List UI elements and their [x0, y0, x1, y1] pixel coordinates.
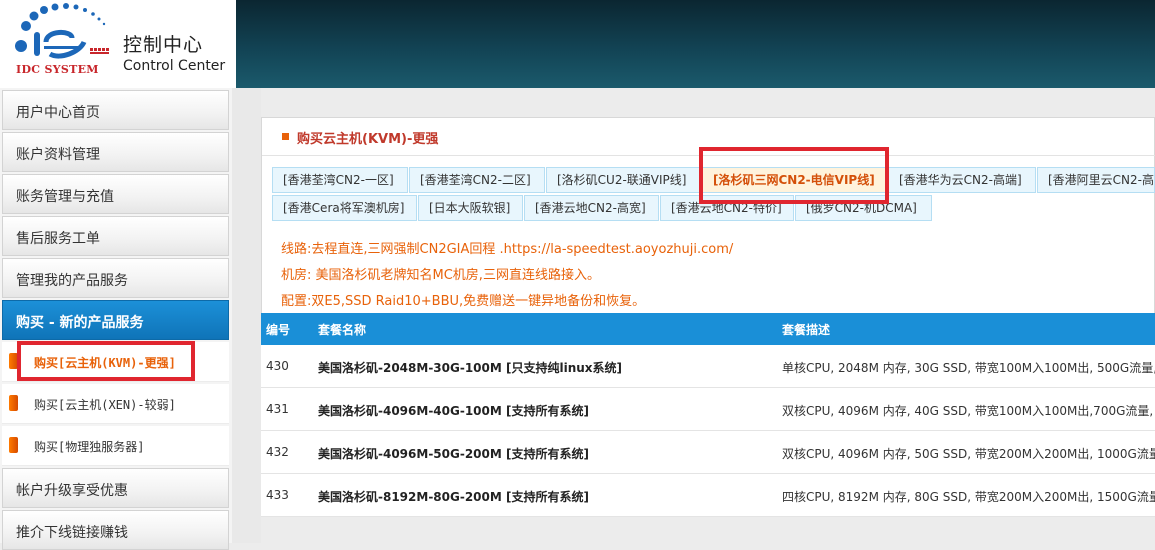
sidebar-item-label: 账务管理与充值 — [16, 189, 114, 205]
plan-name: 美国洛杉矶-4096M-40G-100M [支持所有系统] — [318, 404, 589, 418]
info-config: 配置:双E5,SSD Raid10+BBU,免费赠送一键异地备份和恢复。 — [281, 294, 646, 309]
plan-id: 433 — [266, 488, 289, 502]
plan-description: 双核CPU, 4096M 内存, 40G SSD, 带宽100M入100M出,7… — [782, 404, 1155, 418]
logo-tagline: IDC SYSTEM — [16, 63, 99, 76]
sidebar-subitem-buy-dedicated[interactable]: 购买[物理独服务器] — [2, 426, 229, 466]
plan-name: 美国洛杉矶-4096M-50G-200M [支持所有系统] — [318, 447, 589, 461]
header-logo-area: IDC SYSTEM 控制中心 Control Center — [0, 0, 236, 88]
sidebar-item-label: 账户资料管理 — [16, 147, 100, 163]
sidebar-item-account-upgrade[interactable]: 帐户升级享受优惠 — [2, 468, 229, 508]
sidebar-item-home[interactable]: 用户中心首页 — [2, 90, 229, 130]
panel-title: 购买云主机(KVM)-更强 — [297, 132, 439, 147]
column-header-id: 编号 — [266, 323, 291, 337]
sidebar-item-label: 推介下线链接赚钱 — [16, 525, 128, 541]
column-header-name: 套餐名称 — [318, 323, 367, 337]
info-datacenter: 机房: 美国洛杉矶老牌知名MC机房,三网直连线路接入。 — [281, 268, 600, 283]
app-title-en: Control Center — [123, 58, 226, 74]
sidebar-item-my-services[interactable]: 管理我的产品服务 — [2, 258, 229, 298]
plan-id: 430 — [266, 359, 289, 373]
table-row[interactable]: 431 美国洛杉矶-4096M-40G-100M [支持所有系统] 双核CPU,… — [261, 388, 1155, 431]
sidebar-item-label: 管理我的产品服务 — [16, 273, 128, 289]
header-banner — [236, 0, 1155, 88]
sidebar-item-label: 帐户升级享受优惠 — [16, 483, 128, 499]
plan-name: 美国洛杉矶-8192M-80G-200M [支持所有系统] — [318, 490, 589, 504]
sidebar-gutter — [232, 88, 261, 543]
sidebar-item-account-profile[interactable]: 账户资料管理 — [2, 132, 229, 172]
bullet-icon — [9, 437, 18, 453]
table-row[interactable]: 433 美国洛杉矶-8192M-80G-200M [支持所有系统] 四核CPU,… — [261, 474, 1155, 517]
column-header-description: 套餐描述 — [782, 323, 831, 337]
tab-hk-cera[interactable]: [香港Cera将军澳机房] — [272, 195, 417, 221]
tab-hk-tsuen-wan-2[interactable]: [香港荃湾CN2-二区] — [409, 167, 545, 193]
table-row[interactable]: 430 美国洛杉矶-2048M-30G-100M [只支持纯linux系统] 单… — [261, 345, 1155, 388]
sidebar-item-label: 售后服务工单 — [16, 231, 100, 247]
plan-id: 431 — [266, 402, 289, 416]
sidebar-item-buy-new[interactable]: 购买 - 新的产品服务 — [2, 300, 229, 340]
sidebar-item-referral[interactable]: 推介下线链接赚钱 — [2, 510, 229, 550]
table-row[interactable]: 432 美国洛杉矶-4096M-50G-200M [支持所有系统] 双核CPU,… — [261, 431, 1155, 474]
tab-hk-huawei[interactable]: [香港华为云CN2-高端] — [888, 167, 1036, 193]
tab-jp-osaka[interactable]: [日本大阪软银] — [418, 195, 523, 221]
tab-hk-yundi-wide[interactable]: [香港云地CN2-高宽] — [524, 195, 659, 221]
plan-description: 单核CPU, 2048M 内存, 30G SSD, 带宽100M入100M出, … — [782, 361, 1155, 375]
info-route: 线路:去程直连,三网强制CN2GIA回程 .https://la-speedte… — [281, 242, 734, 257]
annotation-highlight-box — [699, 147, 889, 204]
sidebar-item-billing[interactable]: 账务管理与充值 — [2, 174, 229, 214]
sidebar-item-label: 用户中心首页 — [16, 105, 100, 121]
app-title-cn: 控制中心 — [123, 34, 204, 56]
sidebar-subitem-label: 购买[物理独服务器] — [34, 440, 145, 454]
plan-description: 四核CPU, 8192M 内存, 80G SSD, 带宽200M入200M出, … — [782, 490, 1155, 504]
plans-table-header: 编号 套餐名称 套餐描述 — [261, 313, 1155, 345]
tab-la-cu2[interactable]: [洛杉矶CU2-联通VIP线] — [546, 167, 701, 193]
sidebar-item-label: 购买 - 新的产品服务 — [16, 315, 144, 331]
tab-hk-tsuen-wan-1[interactable]: [香港荃湾CN2-一区] — [272, 167, 408, 193]
plan-id: 432 — [266, 445, 289, 459]
sidebar-subitem-buy-xen[interactable]: 购买[云主机(XEN)-较弱] — [2, 384, 229, 424]
sidebar-item-support-tickets[interactable]: 售后服务工单 — [2, 216, 229, 256]
tab-hk-aliyun[interactable]: [香港阿里云CN2-高 — [1037, 167, 1155, 193]
bullet-icon — [9, 395, 18, 411]
annotation-highlight-box — [17, 341, 195, 381]
sidebar-subitem-label: 购买[云主机(XEN)-较弱] — [34, 398, 176, 412]
plan-description: 双核CPU, 4096M 内存, 50G SSD, 带宽200M入200M出, … — [782, 447, 1155, 461]
plan-name: 美国洛杉矶-2048M-30G-100M [只支持纯linux系统] — [318, 361, 623, 375]
square-bullet-icon — [282, 133, 289, 140]
